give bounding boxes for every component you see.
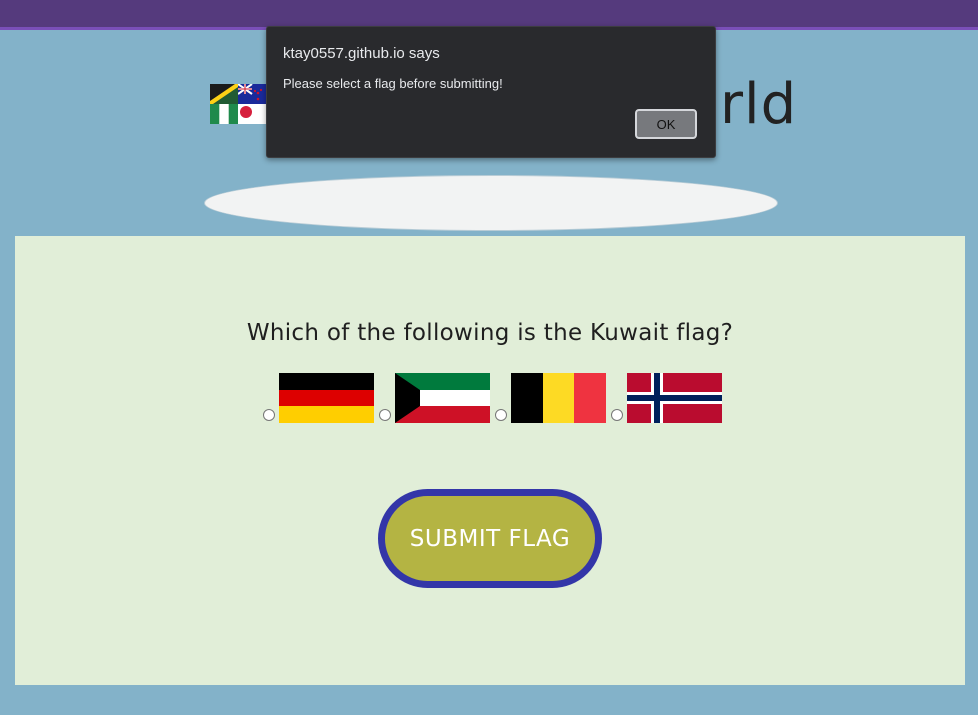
alert-dialog: ktay0557.github.io says Please select a … xyxy=(266,26,716,158)
radio-norway[interactable] xyxy=(611,409,623,421)
question-text: Which of the following is the Kuwait fla… xyxy=(246,320,734,346)
kuwait-flag-icon[interactable] xyxy=(395,373,490,423)
radio-germany[interactable] xyxy=(263,409,275,421)
japan-flag-icon xyxy=(238,104,266,124)
radio-kuwait[interactable] xyxy=(379,409,391,421)
option-norway[interactable] xyxy=(609,373,725,425)
norway-flag-icon[interactable] xyxy=(627,373,722,423)
belgium-flag-icon[interactable] xyxy=(511,373,606,423)
solomon-islands-flag-icon xyxy=(210,84,238,104)
dialog-message: Please select a flag before submitting! xyxy=(283,76,503,91)
option-kuwait[interactable] xyxy=(377,373,493,425)
germany-flag-icon[interactable] xyxy=(279,373,374,423)
new-zealand-flag-icon xyxy=(238,84,266,104)
flag-collage-icon xyxy=(210,84,266,124)
ok-button[interactable]: OK xyxy=(635,109,697,139)
page-title: rld xyxy=(720,72,798,137)
option-belgium[interactable] xyxy=(493,373,609,425)
score-display xyxy=(204,175,778,231)
nigeria-flag-icon xyxy=(210,104,238,124)
quiz-panel: Which of the following is the Kuwait fla… xyxy=(15,236,965,685)
submit-flag-button[interactable]: SUBMIT FLAG xyxy=(378,489,602,588)
radio-belgium[interactable] xyxy=(495,409,507,421)
option-germany[interactable] xyxy=(261,373,377,425)
dialog-origin: ktay0557.github.io says xyxy=(283,45,440,62)
